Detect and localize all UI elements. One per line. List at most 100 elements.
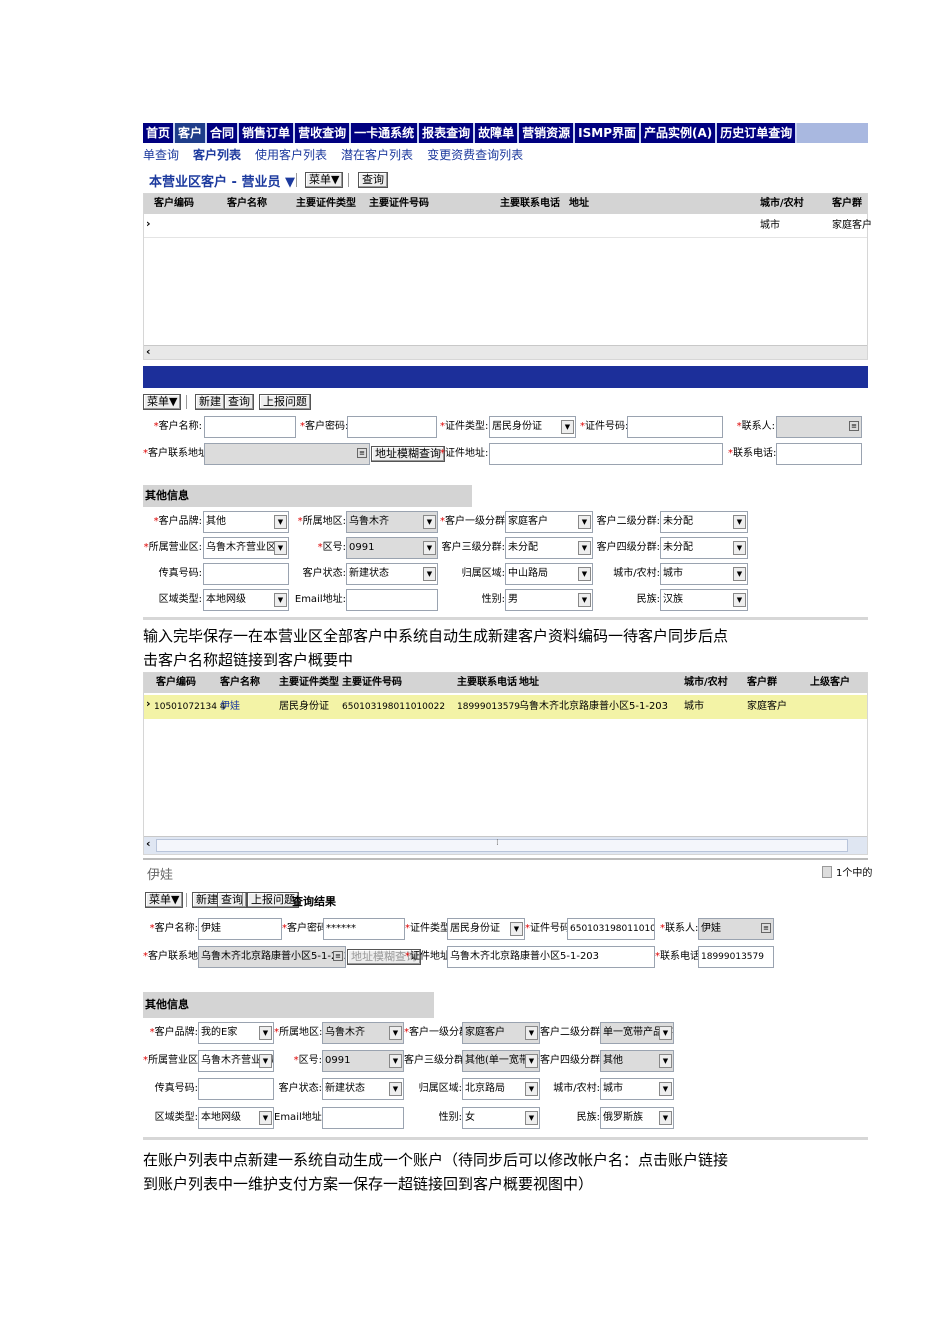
- contact-address-picker[interactable]: ≡: [204, 443, 370, 465]
- chevron-down-icon[interactable]: ▼: [659, 1111, 672, 1125]
- horizontal-scrollbar[interactable]: ‹: [144, 345, 867, 359]
- cat3-select[interactable]: 未分配 ▼: [505, 537, 593, 559]
- fax-input-2[interactable]: [198, 1078, 274, 1100]
- nav-tab-faults[interactable]: 故障单: [475, 123, 520, 143]
- col-customer-group[interactable]: 客户群: [747, 673, 777, 693]
- area-select-2[interactable]: 北京路局 ▼: [462, 1078, 540, 1100]
- chevron-down-icon[interactable]: ▼: [389, 1054, 402, 1068]
- col-customer-name[interactable]: 客户名称: [227, 194, 267, 214]
- phone-input[interactable]: [776, 443, 862, 465]
- chevron-down-icon[interactable]: ▼: [274, 541, 287, 555]
- nav-tab-card-system[interactable]: 一卡通系统: [351, 123, 420, 143]
- address-fuzzy-search-button[interactable]: 地址模糊查询: [371, 446, 445, 462]
- cat3-select-2[interactable]: 其他(单一宽带产 ▼: [462, 1050, 540, 1072]
- col-urban-rural[interactable]: 城市/农村: [760, 194, 804, 214]
- col-customer-name[interactable]: 客户名称: [220, 673, 260, 693]
- chevron-down-icon[interactable]: ▼: [259, 1111, 272, 1125]
- col-address[interactable]: 地址: [569, 194, 589, 214]
- nav-tab-contract[interactable]: 合同: [207, 123, 240, 143]
- contact-picker[interactable]: ≡: [776, 416, 862, 438]
- zone-code-select[interactable]: 0991 ▼: [346, 537, 438, 559]
- subtab-usage-customer-list[interactable]: 使用客户列表: [255, 146, 327, 162]
- ethnic-select[interactable]: 汉族 ▼: [660, 589, 748, 611]
- chevron-down-icon[interactable]: ▼: [525, 1082, 538, 1096]
- zone-type-select[interactable]: 本地网级 ▼: [203, 589, 289, 611]
- chevron-down-icon[interactable]: ▼: [578, 515, 591, 529]
- chevron-down-icon[interactable]: ▼: [561, 420, 574, 434]
- chevron-down-icon[interactable]: ▼: [525, 1111, 538, 1125]
- chevron-down-icon[interactable]: ▼: [389, 1082, 402, 1096]
- nav-tab-home[interactable]: 首页: [143, 123, 176, 143]
- chevron-down-icon[interactable]: ▼: [274, 515, 287, 529]
- list-view-selector[interactable]: 本营业区客户 - 营业员 ▼: [149, 171, 295, 190]
- chevron-down-icon[interactable]: ▼: [259, 1054, 272, 1068]
- chevron-down-icon[interactable]: ▼: [259, 1026, 272, 1040]
- col-customer-group[interactable]: 客户群: [832, 194, 862, 214]
- col-urban-rural[interactable]: 城市/农村: [684, 673, 728, 693]
- chevron-down-icon[interactable]: ▼: [659, 1026, 672, 1040]
- brand-select-2[interactable]: 我的E家 ▼: [198, 1022, 274, 1044]
- form2-menu-button[interactable]: 菜单▼: [145, 892, 184, 908]
- id-address-input-2[interactable]: 乌鲁木齐北京路康普小区5-1-203: [447, 946, 655, 968]
- picker-icon[interactable]: ≡: [357, 448, 367, 458]
- fax-input[interactable]: [203, 563, 289, 585]
- id-type-select-2[interactable]: 居民身份证 ▼: [447, 918, 525, 940]
- chevron-down-icon[interactable]: ▼: [525, 1054, 538, 1068]
- nav-tab-order-history[interactable]: 历史订单查询: [717, 123, 798, 143]
- region-select-2[interactable]: 乌鲁木齐 ▼: [322, 1022, 404, 1044]
- table-row[interactable]: › 城市 家庭客户: [144, 216, 872, 238]
- query-button[interactable]: 查询: [224, 394, 254, 410]
- picker-icon[interactable]: ≡: [761, 923, 771, 933]
- col-id-type[interactable]: 主要证件类型: [279, 673, 339, 693]
- gender-select[interactable]: 男 ▼: [505, 589, 593, 611]
- scroll-left-icon[interactable]: ‹: [146, 837, 151, 850]
- chevron-down-icon[interactable]: ▼: [525, 1026, 538, 1040]
- col-customer-code[interactable]: 客户编码: [156, 673, 196, 693]
- picker-icon[interactable]: ≡: [849, 421, 859, 431]
- customer-name-link[interactable]: 伊娃: [220, 697, 240, 717]
- id-number-input[interactable]: [627, 416, 723, 438]
- id-address-input[interactable]: [489, 443, 723, 465]
- chevron-down-icon[interactable]: ▼: [423, 515, 436, 529]
- area-select[interactable]: 中山路局 ▼: [505, 563, 593, 585]
- col-phone[interactable]: 主要联系电话: [500, 194, 560, 214]
- id-number-input-2[interactable]: 650103198011010022: [567, 918, 655, 940]
- status-select-2[interactable]: 新建状态 ▼: [322, 1078, 404, 1100]
- customer-name-input-2[interactable]: 伊娃: [198, 918, 282, 940]
- urban-rural-select-2[interactable]: 城市 ▼: [600, 1078, 674, 1100]
- contact-address-picker-2[interactable]: 乌鲁木齐北京路康普小区5-1-203 ≡: [198, 946, 346, 968]
- horizontal-scrollbar[interactable]: ‹ ⁞: [144, 836, 867, 854]
- email-input[interactable]: [346, 589, 438, 611]
- list-menu-button[interactable]: 菜单▼: [305, 172, 344, 188]
- col-phone[interactable]: 主要联系电话: [457, 673, 517, 693]
- chevron-down-icon[interactable]: ▼: [510, 922, 523, 936]
- id-type-select[interactable]: 居民身份证 ▼: [489, 416, 576, 438]
- col-address[interactable]: 地址: [519, 673, 539, 693]
- gender-select-2[interactable]: 女 ▼: [462, 1107, 540, 1129]
- report-issue-button[interactable]: 上报问题: [259, 394, 311, 410]
- nav-tab-customer[interactable]: 客户: [175, 123, 208, 143]
- col-id-number[interactable]: 主要证件号码: [342, 673, 402, 693]
- chevron-down-icon[interactable]: ▼: [274, 593, 287, 607]
- region-select[interactable]: 乌鲁木齐 ▼: [346, 511, 438, 533]
- form-menu-button[interactable]: 菜单▼: [143, 394, 182, 410]
- contact-picker-2[interactable]: 伊娃 ≡: [698, 918, 774, 940]
- subtab-order-query[interactable]: 订单查询: [143, 146, 179, 162]
- customer-password-input-2[interactable]: ******: [323, 918, 405, 940]
- new-button[interactable]: 新建: [195, 394, 225, 410]
- ethnic-select-2[interactable]: 俄罗斯族 ▼: [600, 1107, 674, 1129]
- subtab-tariff-change-list[interactable]: 变更资费查询列表: [427, 146, 523, 162]
- cat1-select-2[interactable]: 家庭客户 ▼: [462, 1022, 540, 1044]
- subtab-customer-list[interactable]: 客户列表: [193, 146, 241, 162]
- customer-name-input[interactable]: [204, 416, 296, 438]
- chevron-down-icon[interactable]: ▼: [733, 567, 746, 581]
- nav-tab-ismp[interactable]: ISMP界面: [575, 123, 641, 143]
- cat4-select-2[interactable]: 其他 ▼: [600, 1050, 674, 1072]
- nav-tab-revenue[interactable]: 营收查询: [295, 123, 352, 143]
- status-select[interactable]: 新建状态 ▼: [346, 563, 438, 585]
- zone-type-select-2[interactable]: 本地网级 ▼: [198, 1107, 274, 1129]
- table-row[interactable]: › 10501072134 4 伊娃 居民身份证 650103198011010…: [144, 695, 867, 719]
- nav-tab-reports[interactable]: 报表查询: [419, 123, 476, 143]
- chevron-down-icon[interactable]: ▼: [423, 567, 436, 581]
- col-parent-customer[interactable]: 上级客户: [810, 673, 850, 693]
